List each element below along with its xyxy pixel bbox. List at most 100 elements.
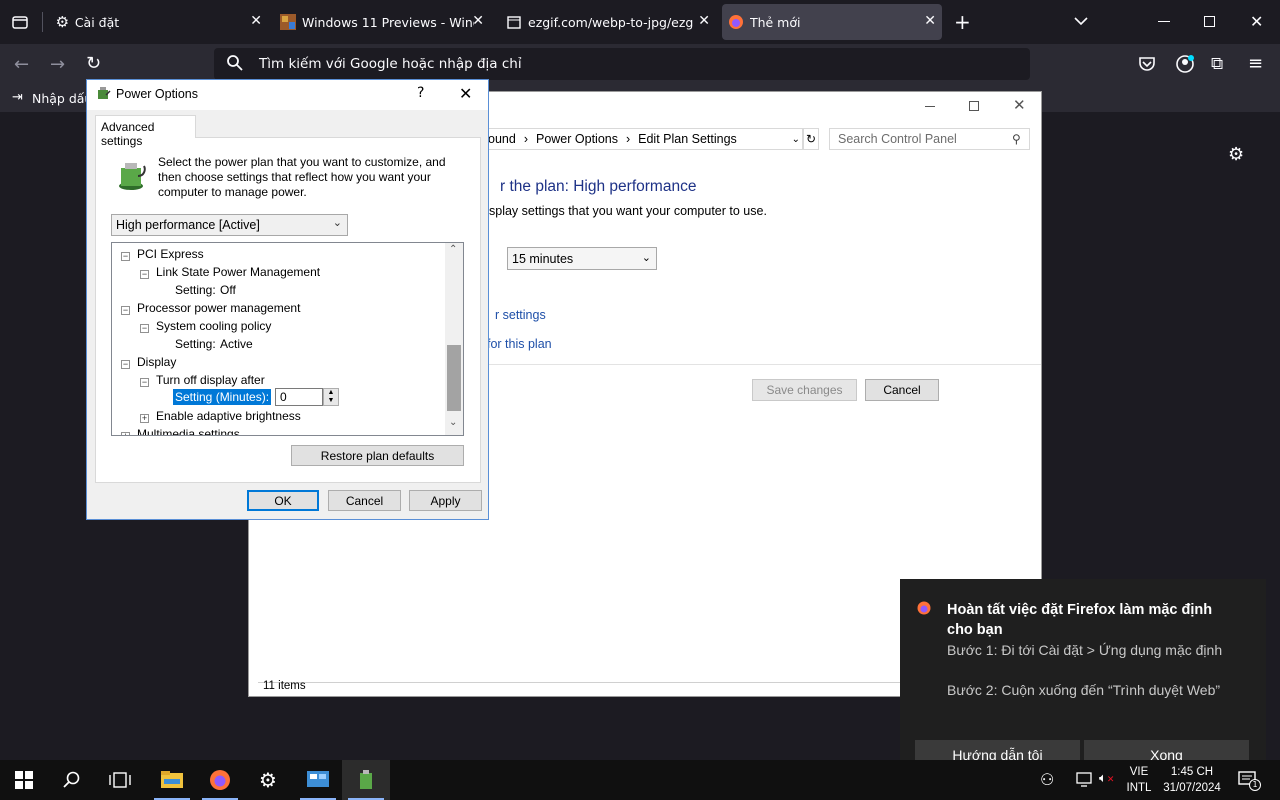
- tree-processor-power[interactable]: Processor power management: [137, 301, 300, 315]
- chevron-down-icon[interactable]: [1072, 12, 1090, 34]
- close-icon[interactable]: ✕: [472, 13, 484, 29]
- people-icon[interactable]: ⚇: [1040, 770, 1054, 789]
- restore-plan-defaults-button[interactable]: Restore plan defaults: [291, 445, 464, 466]
- pocket-icon[interactable]: [1138, 55, 1156, 77]
- settings-tree[interactable]: − PCI Express − Link State Power Managem…: [111, 242, 464, 436]
- scrollbar[interactable]: ⌃ ⌄: [445, 243, 463, 435]
- advanced-settings-link[interactable]: r settings: [495, 308, 546, 322]
- display-off-select[interactable]: 15 minutes ⌄: [507, 247, 657, 270]
- guide-me-button[interactable]: Hướng dẫn tôi: [915, 740, 1080, 760]
- tab-label: ezgif.com/webp-to-jpg/ezgif-4: [528, 14, 694, 30]
- file-explorer-icon[interactable]: [148, 760, 196, 800]
- tree-turn-off-display[interactable]: Turn off display after: [156, 373, 265, 387]
- cancel-button[interactable]: Cancel: [328, 490, 401, 511]
- expand-icon[interactable]: +: [121, 432, 130, 435]
- control-panel-icon[interactable]: [294, 760, 342, 800]
- language-indicator[interactable]: VIE INTL: [1124, 764, 1154, 796]
- scroll-down-icon[interactable]: ⌄: [449, 417, 457, 428]
- collapse-icon[interactable]: −: [121, 360, 130, 369]
- minutes-stepper[interactable]: ▲ ▼: [323, 388, 339, 406]
- collapse-icon[interactable]: −: [121, 306, 130, 315]
- refresh-icon[interactable]: ↻: [803, 128, 819, 150]
- close-icon[interactable]: ✕: [698, 13, 710, 29]
- firefox-icon[interactable]: [196, 760, 244, 800]
- breadcrumb-item[interactable]: Power Options: [536, 132, 618, 146]
- expand-icon[interactable]: +: [140, 414, 149, 423]
- tree-multimedia[interactable]: Multimedia settings: [137, 427, 240, 435]
- breadcrumb-item[interactable]: ound: [488, 132, 516, 146]
- power-options-dialog: Power Options ? ✕ Advanced settings Sele…: [86, 79, 489, 520]
- minimize-icon[interactable]: [1158, 21, 1170, 22]
- tree-pci-express[interactable]: PCI Express: [137, 247, 204, 261]
- menu-icon[interactable]: ≡: [1248, 53, 1263, 74]
- restore-defaults-link[interactable]: for this plan: [487, 337, 552, 351]
- tree-adaptive-brightness[interactable]: Enable adaptive brightness: [156, 409, 301, 423]
- ok-button[interactable]: OK: [247, 490, 319, 511]
- power-options-taskbar-icon[interactable]: [342, 760, 390, 800]
- url-bar[interactable]: Tìm kiếm với Google hoặc nhập địa chỉ: [214, 48, 1030, 80]
- search-icon[interactable]: [48, 760, 96, 800]
- battery-icon: [114, 158, 148, 196]
- reload-icon[interactable]: ↻: [86, 53, 101, 74]
- maximize-icon[interactable]: [969, 101, 979, 111]
- close-icon[interactable]: ✕: [459, 84, 472, 103]
- help-icon[interactable]: ?: [417, 85, 424, 101]
- collapse-icon[interactable]: −: [140, 324, 149, 333]
- collapse-icon[interactable]: −: [140, 270, 149, 279]
- tab-advanced-settings[interactable]: Advanced settings: [95, 115, 196, 148]
- close-icon[interactable]: ✕: [924, 13, 936, 29]
- firefox-icon: [722, 14, 750, 30]
- tab-label: Windows 11 Previews - Windo: [302, 14, 474, 30]
- scroll-up-icon[interactable]: ⌃: [449, 244, 457, 255]
- collapse-icon[interactable]: −: [140, 378, 149, 387]
- tab-list-icon[interactable]: [10, 12, 30, 32]
- tab-new-tab[interactable]: Thẻ mới ✕: [722, 4, 942, 40]
- minimize-icon[interactable]: [925, 106, 935, 107]
- restore-icon[interactable]: [1204, 16, 1215, 27]
- apply-button[interactable]: Apply: [409, 490, 482, 511]
- tab-ezgif[interactable]: ezgif.com/webp-to-jpg/ezgif-4 ✕: [500, 4, 716, 40]
- import-bookmarks-link[interactable]: Nhập dấu: [32, 91, 92, 106]
- plan-select-value: High performance [Active]: [116, 218, 260, 232]
- task-view-icon[interactable]: [96, 760, 144, 800]
- tab-label: Advanced settings: [101, 120, 155, 148]
- account-icon[interactable]: [1175, 54, 1195, 78]
- tab-windows-previews[interactable]: Windows 11 Previews - Windo ✕: [274, 4, 490, 40]
- network-icon[interactable]: [1076, 771, 1094, 791]
- back-icon[interactable]: ←: [14, 54, 29, 75]
- clock-time: 1:45 CH: [1170, 766, 1214, 778]
- clock[interactable]: 1:45 CH 31/07/2024: [1158, 764, 1226, 796]
- tree-system-cooling[interactable]: System cooling policy: [156, 319, 271, 333]
- extensions-icon[interactable]: ⧉: [1211, 54, 1223, 74]
- toast-step-1: Bước 1: Đi tới Cài đặt > Ứng dụng mặc đị…: [947, 642, 1223, 658]
- volume-muted-icon[interactable]: 🔈︎✕: [1099, 771, 1114, 786]
- done-button[interactable]: Xong: [1084, 740, 1249, 760]
- setting-value-active[interactable]: Active: [220, 337, 253, 351]
- tab-label: Cài đặt: [74, 14, 120, 30]
- setting-value-off[interactable]: Off: [220, 283, 236, 297]
- new-tab-plus-icon[interactable]: +: [954, 10, 971, 34]
- scroll-thumb[interactable]: [447, 345, 461, 411]
- tree-display[interactable]: Display: [137, 355, 176, 369]
- forward-icon[interactable]: →: [50, 54, 65, 75]
- tab-bar: ⚙ Cài đặt ✕ Windows 11 Previews - Windo …: [0, 0, 1280, 44]
- tab-settings[interactable]: ⚙ Cài đặt ✕: [50, 4, 268, 40]
- breadcrumb-item[interactable]: Edit Plan Settings: [638, 132, 737, 146]
- cancel-button[interactable]: Cancel: [865, 379, 939, 401]
- plan-select[interactable]: High performance [Active] ⌄: [111, 214, 348, 236]
- close-icon[interactable]: ✕: [250, 13, 262, 29]
- chevron-down-icon: ⌄: [641, 252, 651, 264]
- chevron-down-icon[interactable]: ⌄: [792, 134, 800, 145]
- settings-gear-icon[interactable]: ⚙: [1228, 144, 1244, 165]
- notification-center-icon[interactable]: 1: [1238, 771, 1261, 793]
- close-icon[interactable]: ✕: [1013, 96, 1026, 114]
- search-field[interactable]: Search Control Panel ⚲: [829, 128, 1030, 150]
- start-button[interactable]: [0, 760, 48, 800]
- tree-link-state[interactable]: Link State Power Management: [156, 265, 320, 279]
- collapse-icon[interactable]: −: [121, 252, 130, 261]
- settings-icon[interactable]: ⚙: [244, 760, 292, 800]
- close-window-icon[interactable]: ✕: [1250, 12, 1263, 31]
- minutes-input[interactable]: 0: [275, 388, 323, 406]
- notification-toast[interactable]: Hoàn tất việc đặt Firefox làm mặc định c…: [900, 579, 1266, 760]
- keyboard-layout: INTL: [1126, 782, 1152, 794]
